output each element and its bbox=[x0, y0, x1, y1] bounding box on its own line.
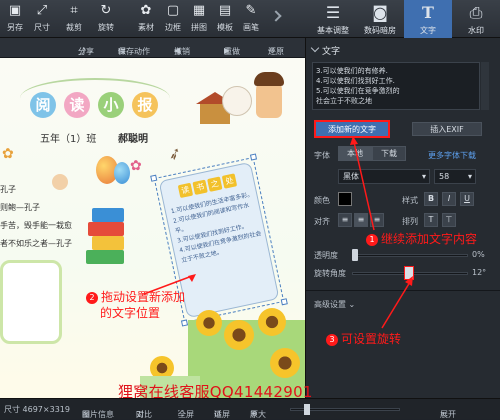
title-char: 阅 bbox=[30, 92, 56, 118]
stamp-icon: ⎙ bbox=[469, 3, 483, 22]
text-icon: T bbox=[422, 3, 434, 22]
callout-3: 3 可设置旋转 bbox=[326, 330, 401, 347]
dog-illustration bbox=[222, 86, 252, 116]
opacity-label: 透明度 bbox=[314, 251, 338, 260]
zoom-slider-thumb[interactable] bbox=[304, 404, 310, 415]
photo-frame bbox=[0, 260, 62, 344]
author-name: 郝聪明 bbox=[118, 134, 148, 145]
title-char: 读 bbox=[64, 92, 90, 118]
vertical-text-icon[interactable]: ⊤ bbox=[442, 213, 456, 227]
opacity-value: 0% bbox=[472, 250, 485, 259]
sliders-icon: ☰ bbox=[325, 3, 341, 22]
template-icon: ▤ bbox=[218, 3, 232, 18]
chevron-down-icon: ▾ bbox=[467, 172, 472, 181]
book-illustration bbox=[88, 222, 124, 236]
collapse-icon[interactable] bbox=[310, 43, 320, 53]
style-label: 样式 bbox=[402, 196, 418, 205]
boy-illustration bbox=[52, 174, 68, 190]
resize-button[interactable]: ⤢ 尺寸 bbox=[27, 2, 57, 36]
text-input-area[interactable]: 3.可以使我们的有修养. 4.可以使我们找到好工作. 5.可以使我们在竞争激烈的… bbox=[312, 62, 480, 110]
italic-button[interactable]: I bbox=[442, 192, 456, 206]
rotate-icon: ↻ bbox=[100, 3, 112, 18]
more-fonts-link[interactable]: 更多字体下载 bbox=[428, 150, 476, 161]
insert-exif-button[interactable]: 插入EXIF bbox=[412, 122, 482, 136]
image-size-text: 尺寸 4697×3319 bbox=[4, 405, 70, 414]
tab-basic-adjust[interactable]: ☰ 基本调整 bbox=[309, 0, 357, 38]
crop-icon: ⌗ bbox=[70, 3, 78, 18]
resize-handle[interactable] bbox=[280, 298, 288, 306]
tab-text[interactable]: T 文字 bbox=[404, 0, 452, 38]
status-bar: 尺寸 4697×3319 ▤ 图片信息 ◫ 对比 ⛶ 全屏 ⊡ 适屏 ⊞ 原大 … bbox=[0, 398, 500, 419]
sunflower-illustration bbox=[270, 348, 300, 378]
brush-icon: ✎ bbox=[245, 3, 257, 18]
section-title: 文字 bbox=[322, 47, 341, 57]
flower-icon: ✿ bbox=[2, 146, 14, 162]
align-label: 对齐 bbox=[314, 217, 330, 226]
border-icon: ▢ bbox=[166, 3, 180, 18]
text-scrollbar[interactable] bbox=[481, 62, 489, 110]
book-illustration bbox=[86, 250, 124, 264]
class-line: 五年（1）班 bbox=[40, 134, 97, 145]
action-bar: ⤴ 分享 ▤ 保存动作 ◀ 撤销 ▶ 重做 ⟲ 还原 bbox=[0, 38, 305, 58]
advanced-settings-toggle[interactable]: 高级设置 ⌄ bbox=[314, 299, 355, 310]
quote-block: 孔子 则鲍—孔子 手苦，毁手能一栽愈 者不如乐之者—孔子 bbox=[0, 185, 72, 248]
tab-darkroom[interactable]: ◙ 数码暗房 bbox=[356, 0, 404, 38]
more-tools-icon[interactable] bbox=[270, 10, 282, 22]
chevron-right-icon: » bbox=[440, 409, 445, 418]
crop-button[interactable]: ⌗ 裁剪 bbox=[59, 2, 89, 36]
sunflower-illustration bbox=[196, 310, 222, 336]
sunflower-illustration bbox=[224, 320, 254, 350]
collage-icon: ▦ bbox=[192, 3, 206, 18]
arrow-icon bbox=[143, 274, 196, 295]
callout-2-line2: 的文字位置 bbox=[100, 306, 161, 320]
child-hair bbox=[254, 72, 284, 86]
arrow-icon bbox=[350, 136, 375, 231]
rotation-label: 旋转角度 bbox=[314, 269, 346, 278]
resize-handle[interactable] bbox=[249, 153, 258, 161]
underline-button[interactable]: U bbox=[460, 192, 474, 206]
main-toolbar: ▣ 另存 ⤢ 尺寸 ⌗ 裁剪 ↻ 旋转 ✿ 素材 ▢ 边框 ▦ 拼图 ▤ 模板 ✎ 画笔 ☰ 基本调… bbox=[0, 0, 500, 38]
font-size-select[interactable]: 58 ▾ bbox=[434, 169, 476, 184]
rotate-button[interactable]: ↻ 旋转 bbox=[91, 2, 121, 36]
text-panel: 文字 3.可以使我们的有修养. 4.可以使我们找到好工作. 5.可以使我们在竞争… bbox=[305, 38, 500, 398]
rotation-value: 12° bbox=[472, 268, 487, 277]
bold-button[interactable]: B bbox=[424, 192, 438, 206]
arrange-label: 排列 bbox=[402, 217, 418, 226]
save-as-button[interactable]: ▣ 另存 bbox=[0, 2, 30, 36]
chevron-down-icon: ▾ bbox=[421, 172, 426, 181]
resize-icon: ⤢ bbox=[36, 3, 48, 18]
font-label: 字体 bbox=[314, 151, 330, 160]
resize-handle[interactable] bbox=[150, 174, 158, 182]
book-illustration bbox=[92, 208, 124, 222]
resize-handle[interactable] bbox=[180, 319, 189, 327]
image-canvas[interactable]: 阅 读 小 报 五年（1）班 郝聪明 ✿ ✿ ➶ 孔子 则鲍—孔子 手苦，毁手能… bbox=[0, 58, 305, 398]
material-button[interactable]: ✿ 素材 bbox=[131, 2, 161, 36]
save-icon: ▣ bbox=[8, 3, 22, 18]
balloon-illustration bbox=[114, 162, 130, 184]
color-label: 颜色 bbox=[314, 196, 330, 205]
callout-1: 1 继续添加文字内容 bbox=[366, 230, 477, 247]
camera-icon: ◙ bbox=[372, 3, 388, 22]
opacity-slider-thumb[interactable] bbox=[352, 249, 358, 261]
material-icon: ✿ bbox=[140, 3, 152, 18]
opacity-slider[interactable] bbox=[352, 254, 468, 257]
book-illustration bbox=[92, 236, 124, 250]
tab-watermark[interactable]: ⎙ 水印 bbox=[452, 0, 500, 38]
title-char: 报 bbox=[132, 92, 158, 118]
brush-button[interactable]: ✎ 画笔 bbox=[236, 2, 266, 36]
flower-icon: ✿ bbox=[130, 158, 142, 174]
chevron-down-icon: ⌄ bbox=[346, 300, 356, 309]
arrow-icon bbox=[381, 276, 413, 329]
title-char: 小 bbox=[98, 92, 124, 118]
horizontal-text-icon[interactable]: T bbox=[424, 213, 438, 227]
sunflower-illustration bbox=[258, 308, 286, 336]
